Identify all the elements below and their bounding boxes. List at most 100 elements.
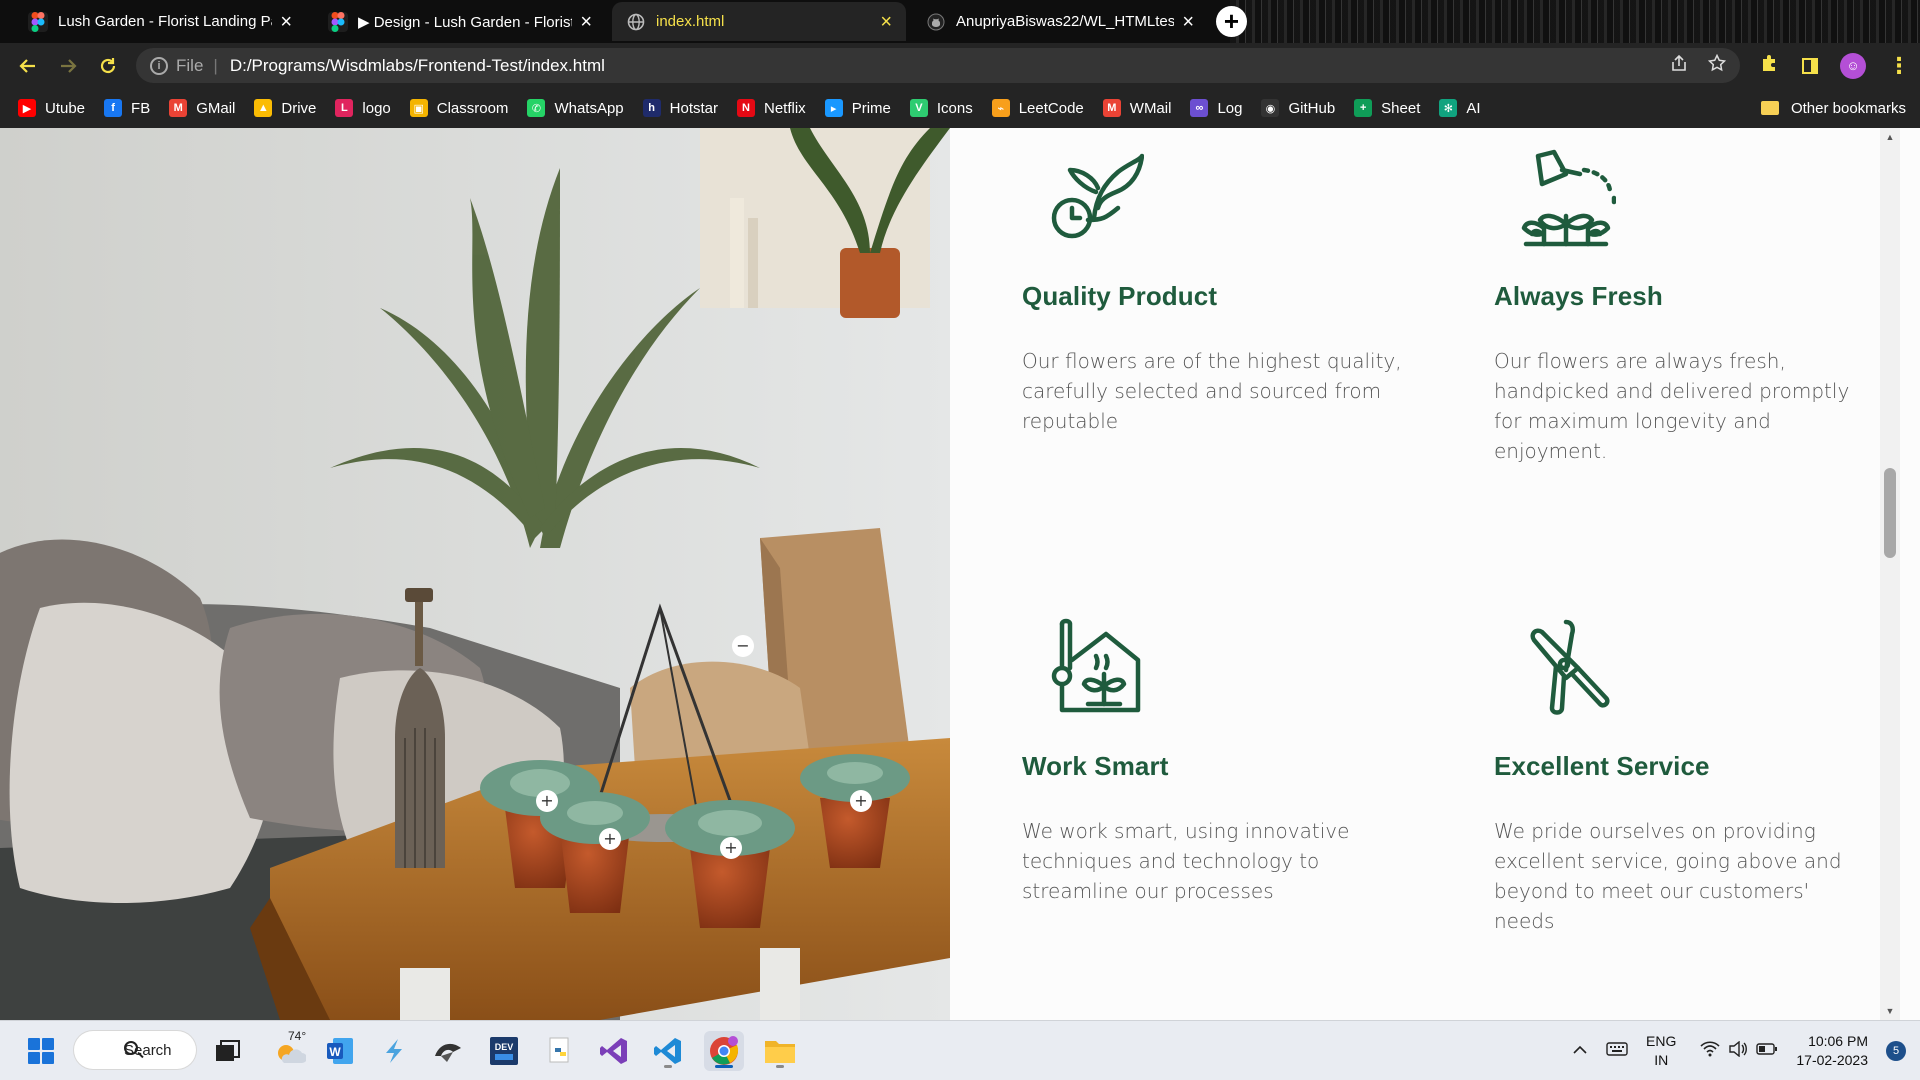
- features-section: Quality Product Our flowers are of the h…: [950, 128, 1900, 1020]
- bookmark-ai[interactable]: ✻ AI: [1439, 99, 1481, 117]
- close-tab-icon[interactable]: ×: [880, 12, 892, 32]
- tab-design-figma[interactable]: ▶ Design - Lush Garden - Florist ×: [314, 2, 606, 41]
- taskbar-app-vscode[interactable]: [648, 1031, 688, 1071]
- taskbar-search[interactable]: Search: [74, 1031, 196, 1069]
- tab-index-html[interactable]: index.html ×: [612, 2, 906, 41]
- tab-title: AnupriyaBiswas22/WL_HTMLtest: [956, 13, 1175, 30]
- pruning-shears-icon: [1530, 619, 1610, 715]
- url-text[interactable]: D:/Programs/Wisdmlabs/Frontend-Test/inde…: [230, 56, 605, 76]
- battery-icon[interactable]: [1756, 1042, 1778, 1060]
- bookmark-gmail[interactable]: M GMail: [169, 99, 235, 117]
- bookmark-leetcode[interactable]: ⌁ LeetCode: [991, 99, 1084, 117]
- svg-text:+: +: [724, 838, 737, 857]
- bookmark-fb[interactable]: f FB: [104, 99, 150, 117]
- browser-menu-icon[interactable]: ⋮: [1888, 53, 1910, 79]
- share-icon[interactable]: [1670, 54, 1688, 77]
- page-scrollbar[interactable]: ▲ ▼: [1880, 128, 1900, 1020]
- extensions-puzzle-icon[interactable]: [1760, 53, 1780, 79]
- sheet-icon: +: [1354, 99, 1373, 117]
- reload-button[interactable]: [88, 46, 128, 86]
- feature-quality-product: Quality Product Our flowers are of the h…: [1022, 148, 1402, 436]
- bookmark-label: Drive: [281, 99, 317, 117]
- forward-arrow-icon: [61, 58, 77, 73]
- living-room-illustration: + + + + −: [0, 128, 950, 1020]
- bookmark-label: Classroom: [436, 99, 509, 117]
- system-clock[interactable]: 10:06 PM 17-02-2023: [1796, 1032, 1868, 1070]
- volume-icon[interactable]: [1728, 1040, 1748, 1062]
- address-bar[interactable]: i File | D:/Programs/Wisdmlabs/Frontend-…: [136, 48, 1740, 83]
- scroll-up-arrow-icon[interactable]: ▲: [1880, 128, 1900, 146]
- bookmark-whatsapp[interactable]: ✆ WhatsApp: [527, 99, 624, 117]
- bookmark-label: FB: [131, 99, 151, 117]
- bookmark-label: Hotstar: [669, 99, 718, 117]
- wmail-icon: M: [1102, 99, 1121, 117]
- side-panel-icon[interactable]: [1802, 57, 1818, 74]
- start-button[interactable]: [21, 1031, 61, 1071]
- feature-title: Always Fresh: [1494, 281, 1663, 311]
- bookmark-sheet[interactable]: + Sheet: [1354, 99, 1420, 117]
- logo-icon: L: [335, 99, 354, 117]
- other-bookmarks-folder[interactable]: Other bookmarks: [1760, 88, 1906, 128]
- close-tab-icon[interactable]: ×: [580, 12, 592, 32]
- back-arrow-icon: [19, 58, 35, 73]
- keyboard-icon[interactable]: [1606, 1041, 1628, 1061]
- edge-dev-icon: [435, 1043, 461, 1062]
- running-indicator: [664, 1065, 672, 1068]
- bookmark-log[interactable]: ∞ Log: [1190, 99, 1242, 117]
- task-view-button[interactable]: [208, 1031, 248, 1071]
- bookmark-label: LeetCode: [1018, 99, 1084, 117]
- notification-badge[interactable]: 5: [1886, 1041, 1906, 1061]
- taskbar-app-word[interactable]: W: [320, 1031, 360, 1071]
- taskbar-app-file-explorer[interactable]: [760, 1031, 800, 1071]
- bookmark-hotstar[interactable]: h Hotstar: [642, 99, 718, 117]
- input-language[interactable]: ENG IN: [1646, 1032, 1676, 1070]
- bookmark-icons[interactable]: V Icons: [909, 99, 973, 117]
- forward-button[interactable]: [48, 46, 88, 86]
- tab-github-repo[interactable]: AnupriyaBiswas22/WL_HTMLtest ×: [912, 2, 1208, 41]
- taskbar-app-edge-dev[interactable]: [428, 1031, 468, 1071]
- greenhouse-icon: [1051, 618, 1141, 713]
- visual-studio-icon: [600, 1038, 627, 1064]
- taskbar-app-thunder[interactable]: [374, 1031, 414, 1071]
- toolbar-right: ☺ ⋮: [1760, 43, 1910, 88]
- close-tab-icon[interactable]: ×: [280, 12, 292, 32]
- wifi-icon[interactable]: [1700, 1040, 1720, 1062]
- thunder-icon: [386, 1039, 402, 1063]
- weather-widget[interactable]: 74°: [268, 1029, 312, 1071]
- profile-avatar[interactable]: ☺: [1840, 52, 1866, 79]
- svg-text:+: +: [603, 829, 616, 848]
- window-background-decoration: [1230, 0, 1920, 43]
- bookmark-label: Prime: [851, 99, 891, 117]
- bookmark-label: Netflix: [764, 99, 806, 117]
- url-scheme: File: [176, 55, 204, 75]
- scroll-down-arrow-icon[interactable]: ▼: [1880, 1002, 1900, 1020]
- bookmark-netflix[interactable]: N Netflix: [737, 99, 806, 117]
- tab-title: ▶ Design - Lush Garden - Florist: [358, 13, 573, 31]
- feature-always-fresh: Always Fresh Our flowers are always fres…: [1494, 148, 1874, 466]
- taskbar-app-python[interactable]: [540, 1031, 580, 1071]
- back-button[interactable]: [8, 46, 48, 86]
- new-tab-button[interactable]: +: [1216, 6, 1247, 37]
- log-icon: ∞: [1190, 99, 1209, 117]
- bookmark-utube[interactable]: ▶ Utube: [18, 99, 85, 117]
- bookmark-label: Utube: [45, 99, 86, 117]
- reload-icon: [100, 57, 116, 73]
- taskbar-app-chrome[interactable]: [704, 1031, 744, 1071]
- close-tab-icon[interactable]: ×: [1182, 12, 1194, 32]
- site-info-icon[interactable]: i: [150, 56, 168, 75]
- taskbar-app-visual-studio[interactable]: [594, 1031, 634, 1071]
- figma-icon: [28, 11, 48, 32]
- bookmark-logo[interactable]: Llogo: [335, 99, 391, 117]
- bookmark-star-icon[interactable]: [1707, 53, 1727, 77]
- scrollbar-thumb[interactable]: [1884, 468, 1896, 558]
- tab-lush-garden-figma[interactable]: Lush Garden - Florist Landing Pa ×: [14, 2, 306, 41]
- bookmark-prime[interactable]: ▸ Prime: [824, 99, 891, 117]
- chevron-up-icon[interactable]: [1572, 1042, 1588, 1060]
- prime-icon: ▸: [824, 99, 843, 117]
- bookmark-drive[interactable]: ▲ Drive: [254, 99, 316, 117]
- feature-title: Excellent Service: [1494, 751, 1710, 781]
- taskbar-app-devtoys[interactable]: DEV: [484, 1031, 524, 1071]
- bookmark-wmail[interactable]: M WMail: [1102, 99, 1171, 117]
- bookmark-github[interactable]: ◉ GitHub: [1261, 99, 1335, 117]
- bookmark-classroom[interactable]: ▣ Classroom: [409, 99, 509, 117]
